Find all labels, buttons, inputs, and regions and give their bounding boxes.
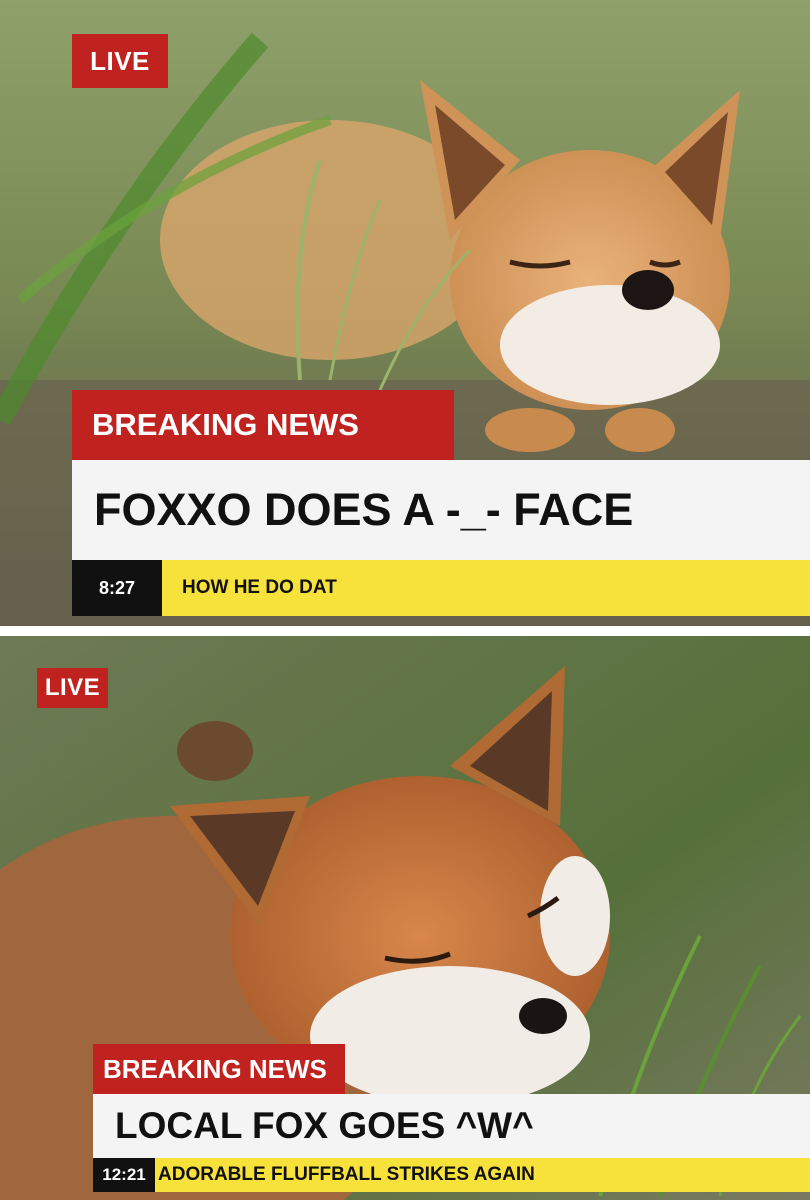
ticker-bar: HOW HE DO DAT — [162, 560, 810, 616]
breaking-news-label: BREAKING NEWS — [72, 390, 454, 460]
headline-bar: LOCAL FOX GOES ^W^ — [93, 1094, 810, 1158]
ticker-bar: ADORABLE FLUFFBALL STRIKES AGAIN — [155, 1158, 810, 1192]
headline-bar: FOXXO DOES A -_- FACE — [72, 460, 810, 560]
breaking-news-label: BREAKING NEWS — [93, 1044, 345, 1094]
news-panel-top: LIVE BREAKING NEWS FOXXO DOES A -_- FACE… — [0, 0, 810, 626]
time-display: 8:27 — [72, 560, 162, 616]
news-panel-bottom: LIVE BREAKING NEWS LOCAL FOX GOES ^W^ 12… — [0, 636, 810, 1200]
live-badge: LIVE — [72, 34, 168, 88]
live-badge: LIVE — [37, 668, 108, 708]
time-display: 12:21 — [93, 1158, 155, 1192]
